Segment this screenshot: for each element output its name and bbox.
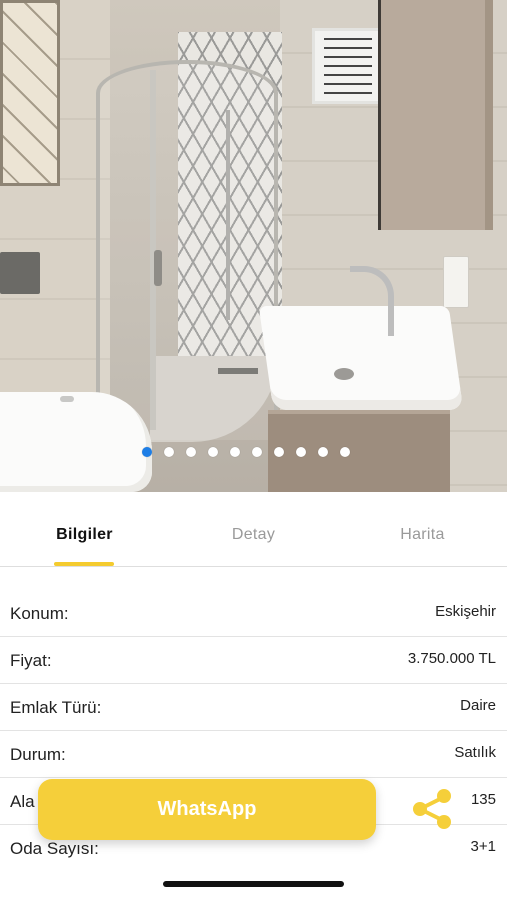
pagination-dot[interactable] xyxy=(164,447,174,457)
pagination-dot[interactable] xyxy=(208,447,218,457)
detail-row-status: Durum: Satılık xyxy=(0,731,507,778)
detail-key: Emlak Türü: xyxy=(10,698,102,717)
share-icon[interactable] xyxy=(410,787,454,831)
home-indicator xyxy=(163,881,344,887)
pagination-dot[interactable] xyxy=(274,447,284,457)
pagination-dot[interactable] xyxy=(252,447,262,457)
detail-value: Daire xyxy=(460,697,496,714)
tab-label: Harita xyxy=(400,526,445,543)
pagination-dot[interactable] xyxy=(142,447,152,457)
tab-label: Detay xyxy=(231,526,276,543)
detail-row-location: Konum: Eskişehir xyxy=(0,590,507,637)
active-tab-indicator xyxy=(54,562,114,566)
pagination-dot[interactable] xyxy=(230,447,240,457)
detail-value: Eskişehir xyxy=(435,603,496,620)
detail-value: 3.750.000 TL xyxy=(407,650,496,667)
pagination-dot[interactable] xyxy=(296,447,306,457)
pagination-dot[interactable] xyxy=(186,447,196,457)
tab-harita[interactable]: Harita xyxy=(338,492,507,566)
tab-bilgiler[interactable]: Bilgiler xyxy=(0,492,169,566)
detail-row-property-type: Emlak Türü: Daire xyxy=(0,684,507,731)
detail-key: Durum: xyxy=(10,745,66,764)
tab-label: Bilgiler xyxy=(56,526,113,543)
detail-key: Oda Sayısı: xyxy=(10,839,99,858)
detail-key: Ala xyxy=(10,792,35,811)
tab-detay[interactable]: Detay xyxy=(169,492,338,566)
tab-bar: Bilgiler Detay Harita xyxy=(0,492,507,567)
detail-value: 135 xyxy=(470,791,496,808)
whatsapp-button[interactable]: WhatsApp xyxy=(38,779,376,840)
detail-value: Satılık xyxy=(454,744,496,761)
detail-value: 3+1 xyxy=(470,838,496,855)
gallery-pagination[interactable] xyxy=(142,447,350,457)
detail-key: Konum: xyxy=(10,604,69,623)
photo-gallery[interactable] xyxy=(0,0,507,492)
detail-key: Fiyat: xyxy=(10,651,52,670)
detail-row-price: Fiyat: 3.750.000 TL xyxy=(0,637,507,684)
pagination-dot[interactable] xyxy=(340,447,350,457)
pagination-dot[interactable] xyxy=(318,447,328,457)
